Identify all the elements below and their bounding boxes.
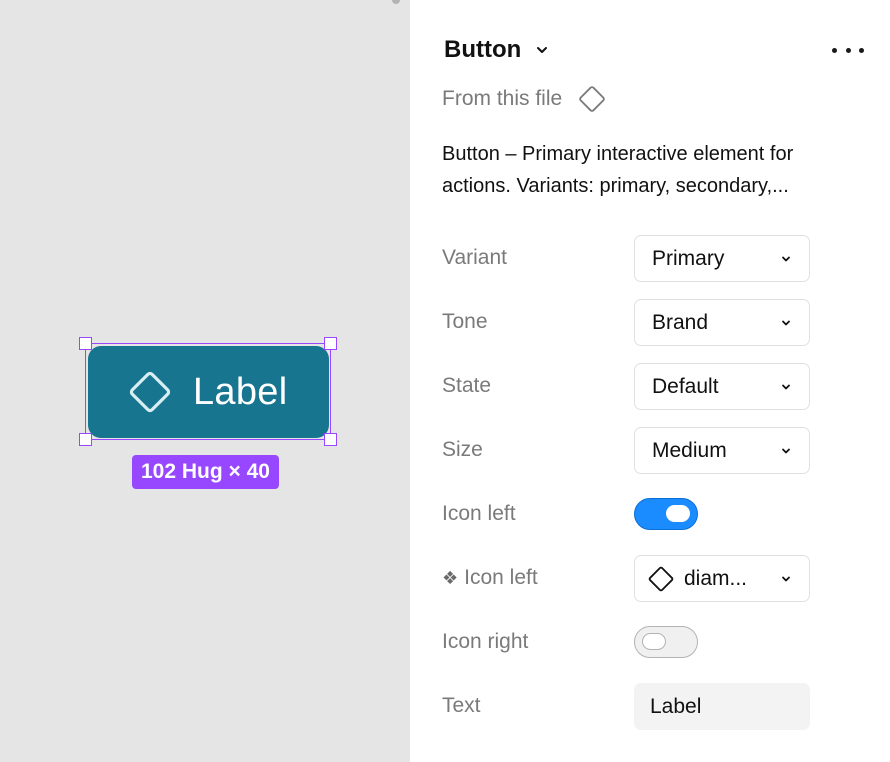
prop-label: State: [442, 374, 492, 397]
select-value: Primary: [652, 246, 725, 270]
chevron-down-icon[interactable]: [535, 43, 549, 57]
prop-row-state: State Default: [442, 362, 862, 410]
prop-label: Icon right: [442, 630, 529, 653]
diamond-outline-icon[interactable]: [576, 83, 608, 115]
component-title: Button: [444, 36, 522, 63]
prop-label: Size: [442, 438, 483, 461]
prop-row-icon-left: Icon left: [442, 490, 862, 538]
chevron-down-icon: [779, 444, 793, 458]
select-value: Medium: [652, 438, 727, 462]
chevron-down-icon: [779, 252, 793, 266]
prop-row-size: Size Medium: [442, 426, 862, 474]
component-description: Button – Primary interactive element for…: [442, 138, 862, 202]
icon-left-instance-select[interactable]: diam...: [634, 555, 810, 602]
dimensions-badge: 102 Hug × 40: [132, 455, 279, 489]
size-select[interactable]: Medium: [634, 427, 810, 474]
prop-label: ❖ Icon left: [442, 554, 538, 602]
chevron-down-icon: [779, 380, 793, 394]
prop-label: Variant: [442, 246, 507, 269]
description-line: actions. Variants: primary, secondary,..…: [442, 175, 789, 197]
selection-frame[interactable]: [79, 337, 337, 446]
diamond-outline-icon: [646, 564, 676, 594]
prop-label-text: Icon left: [464, 566, 538, 589]
component-instance-icon: ❖: [442, 568, 459, 588]
description-line: Button – Primary interactive element for: [442, 143, 794, 165]
text-input[interactable]: [634, 683, 810, 730]
icon-left-toggle[interactable]: [634, 498, 698, 530]
canvas-scroll-indicator: [392, 0, 400, 4]
more-options-button[interactable]: [832, 36, 864, 64]
properties-panel: Button From this file Button – Primary i…: [410, 0, 890, 762]
toggle-knob: [666, 505, 690, 522]
component-source: From this file: [442, 82, 608, 116]
resize-handle-top-right[interactable]: [324, 337, 337, 350]
state-select[interactable]: Default: [634, 363, 810, 410]
chevron-down-icon: [779, 572, 793, 586]
select-value: Default: [652, 374, 719, 398]
variant-select[interactable]: Primary: [634, 235, 810, 282]
prop-row-tone: Tone Brand: [442, 298, 862, 346]
design-canvas[interactable]: Label 102 Hug × 40: [0, 0, 410, 762]
select-value: diam...: [684, 566, 748, 590]
prop-label: Tone: [442, 310, 488, 333]
source-label: From this file: [442, 87, 563, 110]
resize-handle-bottom-left[interactable]: [79, 433, 92, 446]
more-horizontal-icon: [832, 47, 837, 53]
icon-right-toggle[interactable]: [634, 626, 698, 658]
resize-handle-bottom-right[interactable]: [324, 433, 337, 446]
prop-row-text: Text: [442, 682, 862, 730]
prop-row-icon-left-instance: ❖ Icon left diam...: [442, 554, 862, 602]
tone-select[interactable]: Brand: [634, 299, 810, 346]
prop-label: Text: [442, 694, 481, 717]
select-value: Brand: [652, 310, 709, 334]
resize-handle-top-left[interactable]: [79, 337, 92, 350]
panel-header[interactable]: Button: [444, 30, 549, 70]
toggle-knob: [642, 633, 666, 650]
prop-row-variant: Variant Primary: [442, 234, 862, 282]
chevron-down-icon: [779, 316, 793, 330]
prop-label: Icon left: [442, 502, 516, 525]
prop-row-icon-right: Icon right: [442, 618, 862, 666]
